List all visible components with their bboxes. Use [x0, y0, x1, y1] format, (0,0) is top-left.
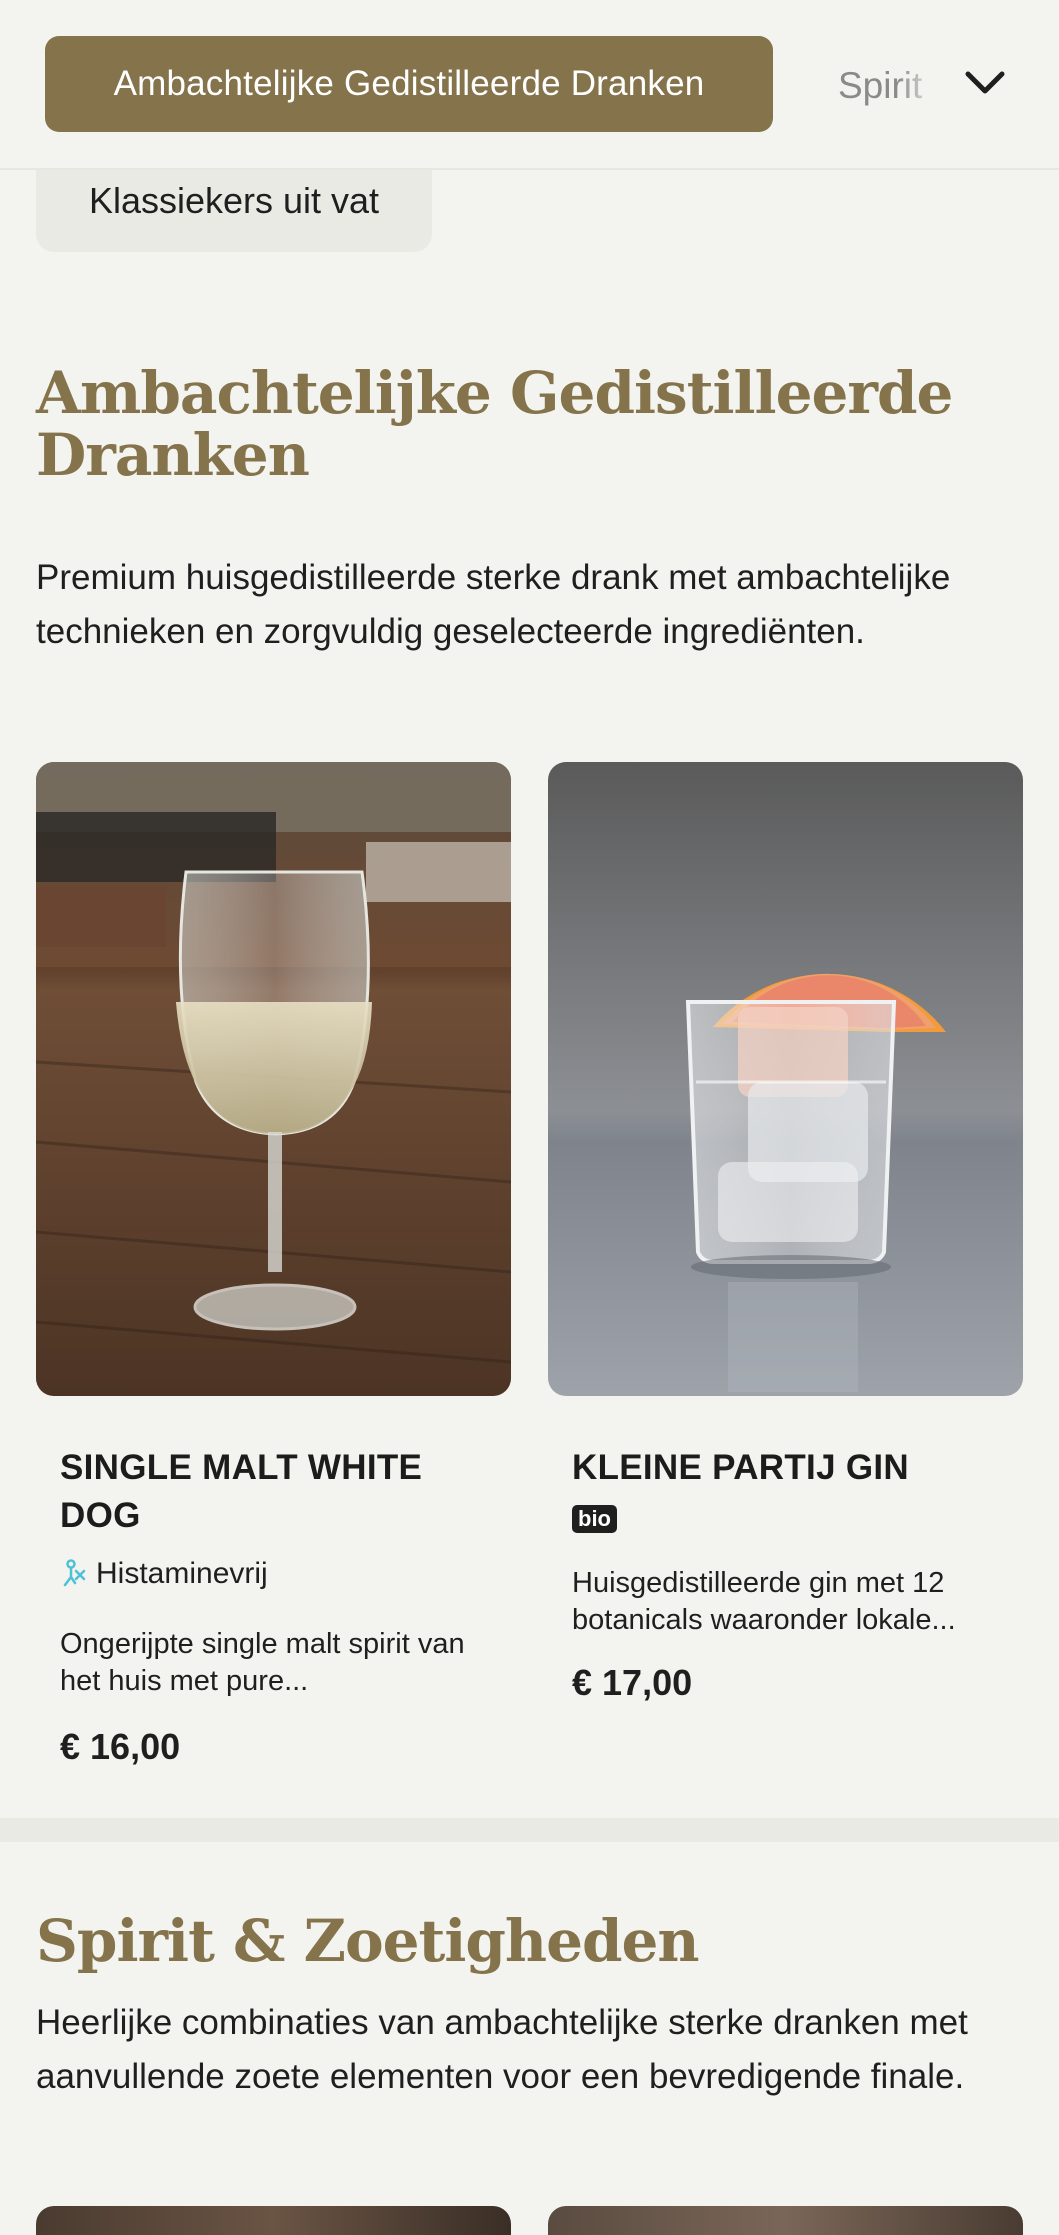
section-description: Premium huisgedistilleerde sterke drank …: [36, 558, 951, 651]
product-image[interactable]: [36, 762, 511, 1396]
product-photo-glass: [36, 762, 511, 1396]
chevron-down-icon[interactable]: [960, 58, 1010, 108]
product-description: Huisgedistilleerde gin met 12 botanicals…: [572, 1567, 956, 1636]
category-nav-bar-overlay: Ambachtelijke Gedistilleerde Dranken Spi…: [0, 0, 1059, 170]
product-description: Ongerijpte single malt spirit van het hu…: [60, 1628, 465, 1697]
product-price: € 17,00: [572, 1662, 693, 1703]
product-image[interactable]: [548, 762, 1023, 1396]
product-photo-gin: [548, 762, 1023, 1396]
section-divider: [0, 1818, 1059, 1842]
section-title: Ambachtelijke Gedistilleerde Dranken: [36, 359, 953, 489]
product-price: € 16,00: [60, 1726, 181, 1767]
product-name[interactable]: SINGLE MALT WHITE DOG: [60, 1444, 480, 1540]
bio-badge: bio: [572, 1505, 617, 1533]
product-name[interactable]: KLEINE PARTIJ GIN: [572, 1444, 1002, 1492]
section-title: Spirit & Zoetigheden: [36, 1907, 700, 1975]
category-tab-active[interactable]: Ambachtelijke Gedistilleerde Dranken: [45, 36, 773, 132]
histamine-free-icon: [63, 1559, 86, 1587]
section-description: Heerlijke combinaties van ambachtelijke …: [36, 2003, 968, 2096]
dietary-tag-label: Histaminevrij: [96, 1557, 268, 1590]
product-image[interactable]: [548, 2206, 1023, 2235]
category-tab-next[interactable]: Spirit: [838, 56, 938, 116]
dietary-tag: Histaminevrij: [60, 1557, 268, 1591]
product-image[interactable]: [36, 2206, 511, 2235]
